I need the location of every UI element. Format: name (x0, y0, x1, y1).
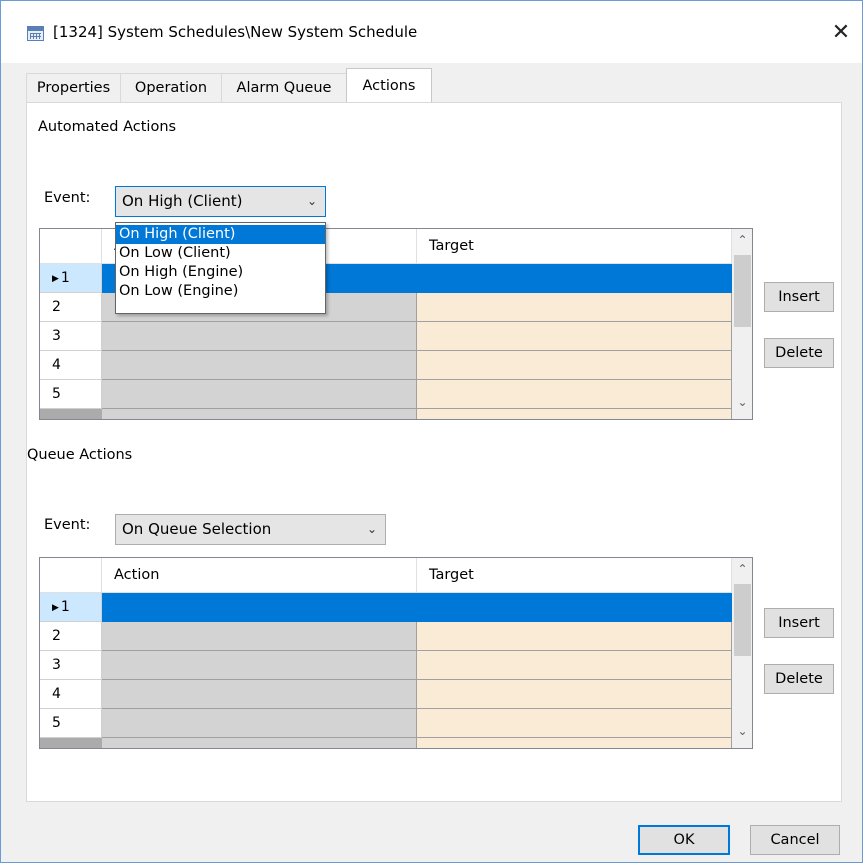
dialog-window: [1324] System Schedules\New System Sched… (0, 0, 863, 863)
scrollbar-thumb[interactable] (734, 255, 751, 327)
action-cell[interactable] (102, 380, 417, 409)
target-cell[interactable] (417, 409, 732, 419)
target-cell[interactable] (417, 651, 732, 680)
row-header-3[interactable]: 3 (40, 651, 102, 680)
target-cell[interactable] (417, 680, 732, 709)
target-cell[interactable] (417, 293, 732, 322)
target-cell[interactable] (417, 622, 732, 651)
chevron-down-icon: ⌄ (306, 194, 317, 208)
current-row-arrow-icon: ▶ (52, 603, 59, 613)
dropdown-option[interactable]: On Low (Client) (116, 244, 325, 263)
target-cell[interactable] (417, 738, 732, 748)
queue-event-value: On Queue Selection (122, 520, 272, 538)
row-header-4[interactable]: 4 (40, 680, 102, 709)
row-header-1[interactable]: ▶ 1 (40, 593, 102, 622)
queue-actions-grid: Action Target ▶ 1 2 3 4 5 ⌃ ⌄ (39, 557, 753, 749)
target-cell[interactable] (417, 709, 732, 738)
automated-event-dropdown-list: On High (Client) On Low (Client) On High… (115, 222, 326, 314)
queue-delete-button[interactable]: Delete (764, 664, 834, 694)
automated-insert-button[interactable]: Insert (764, 282, 834, 312)
column-header-action[interactable]: Action (102, 558, 417, 593)
row-header-3[interactable]: 3 (40, 322, 102, 351)
action-cell[interactable] (102, 651, 417, 680)
window-title: [1324] System Schedules\New System Sched… (53, 23, 418, 41)
automated-event-value: On High (Client) (122, 192, 243, 210)
row-header-2[interactable]: 2 (40, 293, 102, 322)
scrollbar-thumb[interactable] (734, 584, 751, 656)
action-cell[interactable] (102, 680, 417, 709)
target-cell[interactable] (417, 593, 732, 622)
tab-actions[interactable]: Actions (346, 68, 432, 102)
row-header-5[interactable]: 5 (40, 380, 102, 409)
automated-actions-label: Automated Actions (38, 119, 177, 135)
queue-event-label: Event: (44, 517, 91, 533)
row-header-2[interactable]: 2 (40, 622, 102, 651)
close-icon[interactable]: ✕ (827, 19, 855, 47)
tab-alarm-queue[interactable]: Alarm Queue (221, 73, 347, 103)
tab-properties[interactable]: Properties (26, 73, 121, 103)
scroll-up-icon[interactable]: ⌃ (732, 233, 752, 247)
row-header-5[interactable]: 5 (40, 709, 102, 738)
vertical-scrollbar[interactable]: ⌃ ⌄ (732, 229, 752, 419)
dropdown-option[interactable]: On High (Client) (116, 225, 325, 244)
queue-event-dropdown[interactable]: On Queue Selection ⌄ (115, 514, 386, 545)
ok-button[interactable]: OK (638, 825, 730, 855)
action-cell[interactable] (102, 351, 417, 380)
action-cell[interactable] (102, 409, 417, 419)
queue-actions-label: Queue Actions (27, 447, 133, 463)
action-cell[interactable] (102, 622, 417, 651)
scroll-down-icon[interactable]: ⌄ (732, 724, 752, 738)
target-cell[interactable] (417, 264, 732, 293)
action-cell[interactable] (102, 322, 417, 351)
grid-corner (40, 229, 102, 264)
chevron-down-icon: ⌄ (366, 522, 377, 536)
grid-corner (40, 558, 102, 593)
target-cell[interactable] (417, 351, 732, 380)
dropdown-option[interactable]: On High (Engine) (116, 263, 325, 282)
action-cell[interactable] (102, 593, 417, 622)
action-cell[interactable] (102, 738, 417, 748)
vertical-scrollbar[interactable]: ⌃ ⌄ (732, 558, 752, 748)
dropdown-option[interactable]: On Low (Engine) (116, 282, 325, 301)
tab-operation[interactable]: Operation (120, 73, 222, 103)
scroll-up-icon[interactable]: ⌃ (732, 562, 752, 576)
automated-event-dropdown[interactable]: On High (Client) ⌄ (115, 186, 326, 217)
cancel-button[interactable]: Cancel (750, 825, 840, 855)
automated-delete-button[interactable]: Delete (764, 338, 834, 368)
scroll-down-icon[interactable]: ⌄ (732, 395, 752, 409)
calendar-icon (27, 26, 44, 41)
title-bar: [1324] System Schedules\New System Sched… (1, 1, 862, 63)
target-cell[interactable] (417, 380, 732, 409)
current-row-arrow-icon: ▶ (52, 274, 59, 284)
column-header-target[interactable]: Target (417, 229, 732, 264)
action-cell[interactable] (102, 709, 417, 738)
row-header-4[interactable]: 4 (40, 351, 102, 380)
target-cell[interactable] (417, 322, 732, 351)
queue-insert-button[interactable]: Insert (764, 608, 834, 638)
row-header-1[interactable]: ▶ 1 (40, 264, 102, 293)
column-header-target[interactable]: Target (417, 558, 732, 593)
automated-event-label: Event: (44, 190, 91, 206)
